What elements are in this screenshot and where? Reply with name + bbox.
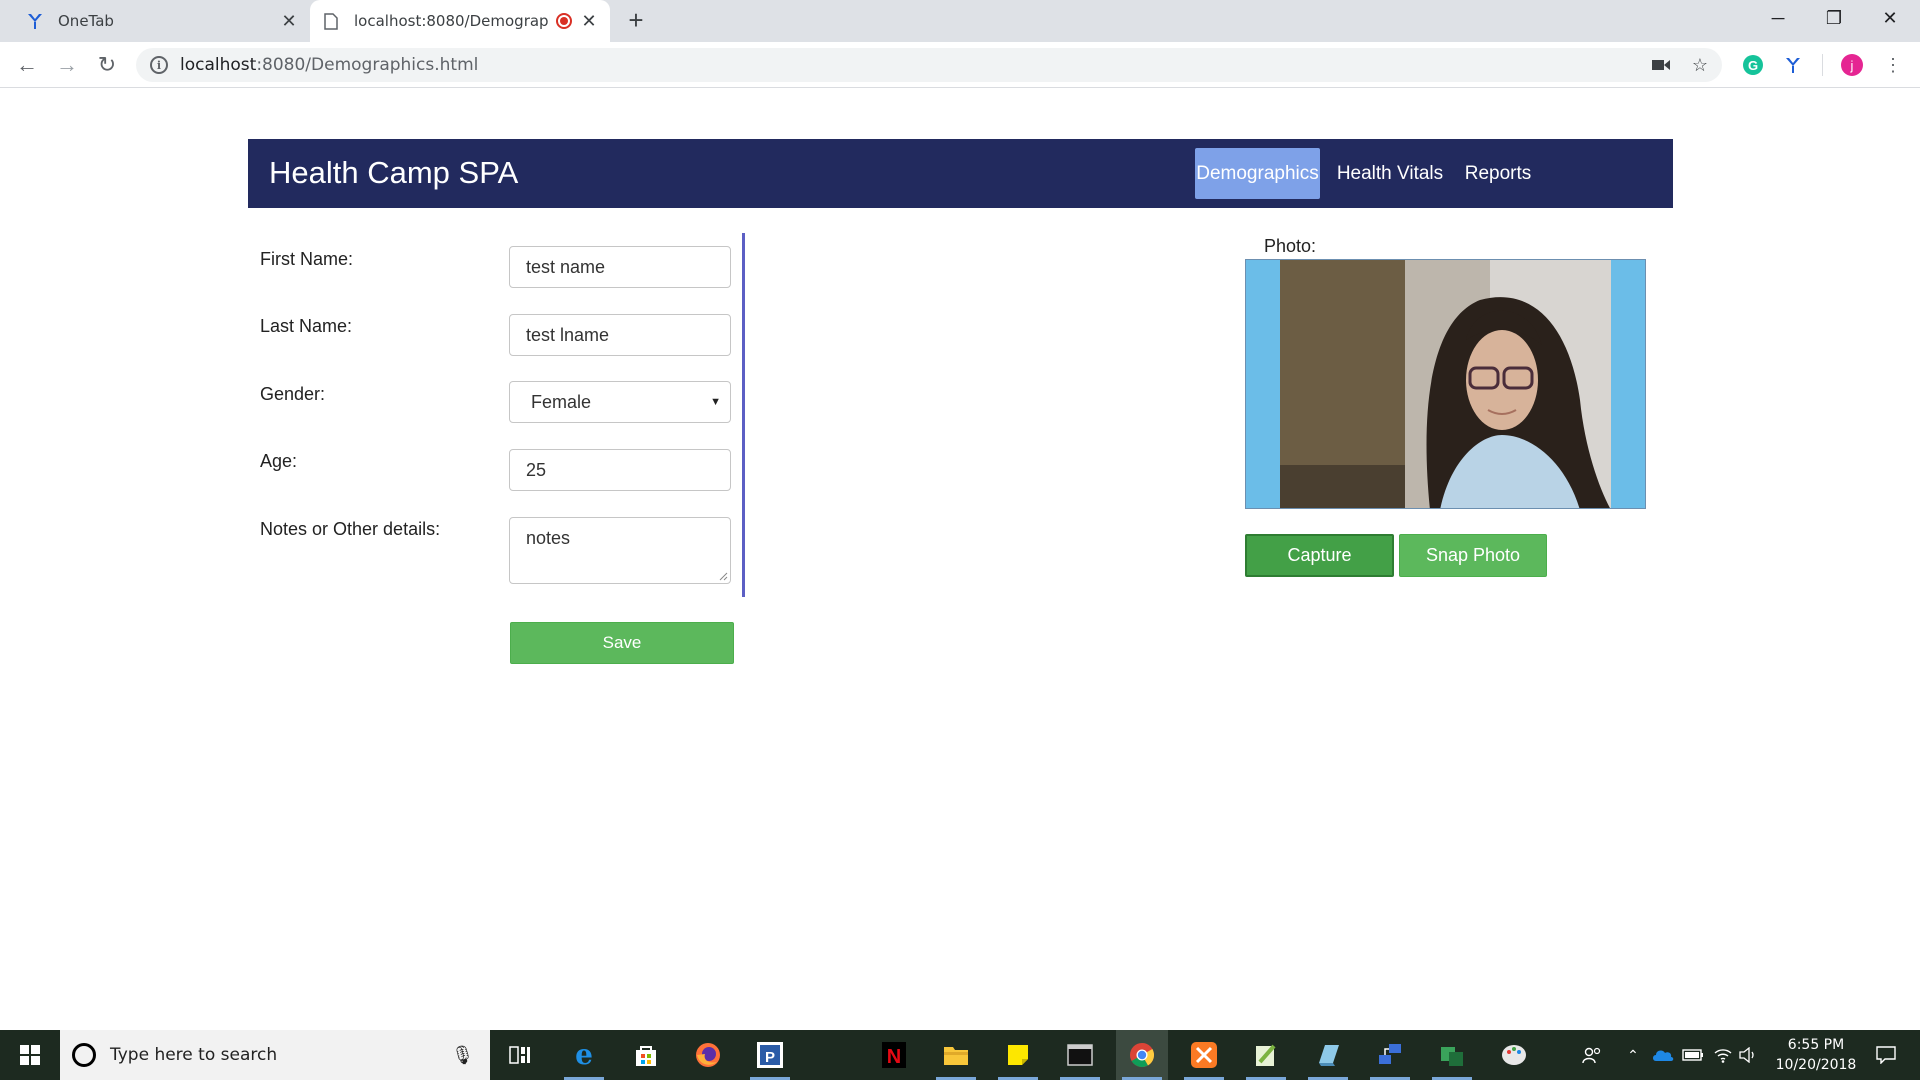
webcam-image bbox=[1280, 260, 1611, 508]
task-view-icon[interactable] bbox=[494, 1030, 546, 1080]
info-icon[interactable]: i bbox=[150, 56, 168, 74]
gender-value: Female bbox=[531, 391, 592, 412]
svg-text:G: G bbox=[1748, 58, 1758, 73]
snap-photo-button[interactable]: Snap Photo bbox=[1399, 534, 1547, 577]
onedrive-icon[interactable] bbox=[1650, 1030, 1676, 1080]
onetab-extension-icon[interactable] bbox=[1782, 54, 1804, 76]
app-icon[interactable] bbox=[1302, 1030, 1354, 1080]
profile-avatar[interactable]: j bbox=[1841, 54, 1863, 76]
page-icon bbox=[322, 12, 340, 30]
battery-icon[interactable] bbox=[1680, 1030, 1706, 1080]
tab-demographics[interactable]: localhost:8080/Demographic ✕ bbox=[310, 0, 610, 42]
clock-date: 10/20/2018 bbox=[1775, 1057, 1857, 1073]
grammarly-icon[interactable]: G bbox=[1742, 54, 1764, 76]
back-button[interactable]: ← bbox=[12, 50, 42, 80]
tab-title: localhost:8080/Demographic bbox=[354, 12, 550, 30]
nav-health-vitals[interactable]: Health Vitals bbox=[1330, 148, 1450, 199]
sticky-notes-icon[interactable] bbox=[992, 1030, 1044, 1080]
wifi-icon[interactable] bbox=[1710, 1030, 1736, 1080]
gender-label: Gender: bbox=[260, 384, 326, 404]
close-tab-icon[interactable]: ✕ bbox=[578, 10, 600, 32]
firefox-icon[interactable] bbox=[682, 1030, 734, 1080]
restore-button[interactable]: ❐ bbox=[1806, 0, 1862, 36]
age-input[interactable]: 25 bbox=[509, 449, 731, 491]
close-tab-icon[interactable]: ✕ bbox=[278, 10, 300, 32]
first-name-label: First Name: bbox=[260, 249, 354, 269]
edge-icon[interactable]: e bbox=[558, 1030, 610, 1080]
xampp-icon[interactable] bbox=[1178, 1030, 1230, 1080]
last-name-input[interactable]: test lname bbox=[509, 314, 731, 356]
browser-tab-strip: OneTab ✕ localhost:8080/Demographic ✕ + … bbox=[0, 0, 1920, 42]
svg-text:e: e bbox=[575, 1042, 593, 1068]
profile-initial: j bbox=[1850, 57, 1854, 73]
age-value: 25 bbox=[526, 459, 547, 480]
taskbar-clock[interactable]: 6:55 PM 10/20/2018 bbox=[1760, 1035, 1872, 1075]
start-button[interactable] bbox=[0, 1030, 60, 1080]
gender-select[interactable]: Female ▼ bbox=[509, 381, 731, 423]
save-button[interactable]: Save bbox=[510, 622, 734, 664]
bookmark-star-icon[interactable]: ☆ bbox=[1689, 54, 1711, 76]
nav-demographics[interactable]: Demographics bbox=[1195, 148, 1320, 199]
dropdown-arrow-icon: ▼ bbox=[710, 396, 721, 408]
svg-text:P: P bbox=[765, 1049, 775, 1066]
address-bar[interactable]: i localhost:8080/Demographics.html bbox=[136, 48, 1722, 82]
last-name-label: Last Name: bbox=[260, 316, 353, 336]
last-name-value: test lname bbox=[526, 324, 610, 345]
terminal-icon[interactable] bbox=[1054, 1030, 1106, 1080]
new-tab-button[interactable]: + bbox=[622, 5, 650, 35]
capture-button[interactable]: Capture bbox=[1245, 534, 1394, 577]
minimize-button[interactable]: ─ bbox=[1750, 0, 1806, 36]
file-explorer-icon[interactable] bbox=[930, 1030, 982, 1080]
app-header: Health Camp SPA Demographics Health Vita… bbox=[248, 139, 1673, 208]
microphone-icon[interactable]: 🎙 bbox=[451, 1045, 474, 1066]
notes-label: Notes or Other details: bbox=[260, 519, 441, 539]
notes-textarea[interactable]: notes bbox=[509, 517, 731, 584]
toolbar-separator bbox=[1822, 54, 1823, 76]
notes-value: notes bbox=[526, 528, 571, 548]
url-text: localhost:8080/Demographics.html bbox=[180, 55, 478, 75]
first-name-input[interactable]: test name bbox=[509, 246, 731, 288]
chrome-icon[interactable] bbox=[1116, 1030, 1168, 1080]
photo-label: Photo: bbox=[1264, 236, 1317, 256]
url-path: :8080/Demographics.html bbox=[256, 55, 479, 75]
tab-title: OneTab bbox=[58, 12, 114, 30]
app-title: Health Camp SPA bbox=[269, 155, 519, 190]
first-name-value: test name bbox=[526, 256, 606, 277]
menu-kebab-icon[interactable]: ⋮ bbox=[1882, 54, 1904, 76]
form-divider bbox=[742, 233, 745, 597]
clock-time: 6:55 PM bbox=[1787, 1037, 1845, 1053]
recording-icon bbox=[556, 13, 572, 29]
windows-taskbar: Type here to search 🎙 e P N ⌃ 6:55 PM 10… bbox=[0, 1030, 1920, 1080]
network-tool-icon[interactable] bbox=[1364, 1030, 1416, 1080]
volume-icon[interactable] bbox=[1736, 1030, 1760, 1080]
netflix-icon[interactable]: N bbox=[868, 1030, 920, 1080]
taskbar-search[interactable]: Type here to search 🎙 bbox=[60, 1030, 490, 1080]
webcam-preview bbox=[1245, 259, 1646, 509]
tab-onetab[interactable]: OneTab ✕ bbox=[14, 0, 310, 42]
svg-text:N: N bbox=[887, 1046, 901, 1068]
pandora-icon[interactable]: P bbox=[744, 1030, 796, 1080]
people-icon[interactable] bbox=[1578, 1030, 1606, 1080]
nav-reports[interactable]: Reports bbox=[1453, 148, 1543, 199]
browser-toolbar: ← → ↻ i localhost:8080/Demographics.html… bbox=[0, 42, 1920, 88]
resize-grip-icon[interactable] bbox=[718, 571, 728, 581]
tray-chevron-icon[interactable]: ⌃ bbox=[1622, 1030, 1644, 1080]
search-placeholder: Type here to search bbox=[110, 1045, 278, 1065]
close-window-button[interactable]: ✕ bbox=[1862, 0, 1918, 36]
age-label: Age: bbox=[260, 451, 298, 471]
windows-logo-icon bbox=[20, 1045, 40, 1065]
app-icon-2[interactable] bbox=[1426, 1030, 1478, 1080]
forward-button[interactable]: → bbox=[52, 50, 82, 80]
store-icon[interactable] bbox=[620, 1030, 672, 1080]
notepad-plus-icon[interactable] bbox=[1240, 1030, 1292, 1080]
url-host: localhost bbox=[180, 55, 257, 75]
camera-icon[interactable] bbox=[1650, 54, 1672, 76]
notifications-icon[interactable] bbox=[1866, 1030, 1906, 1080]
cortana-icon bbox=[72, 1043, 96, 1067]
paint-icon[interactable] bbox=[1488, 1030, 1540, 1080]
onetab-icon bbox=[26, 12, 44, 30]
reload-button[interactable]: ↻ bbox=[92, 50, 122, 80]
